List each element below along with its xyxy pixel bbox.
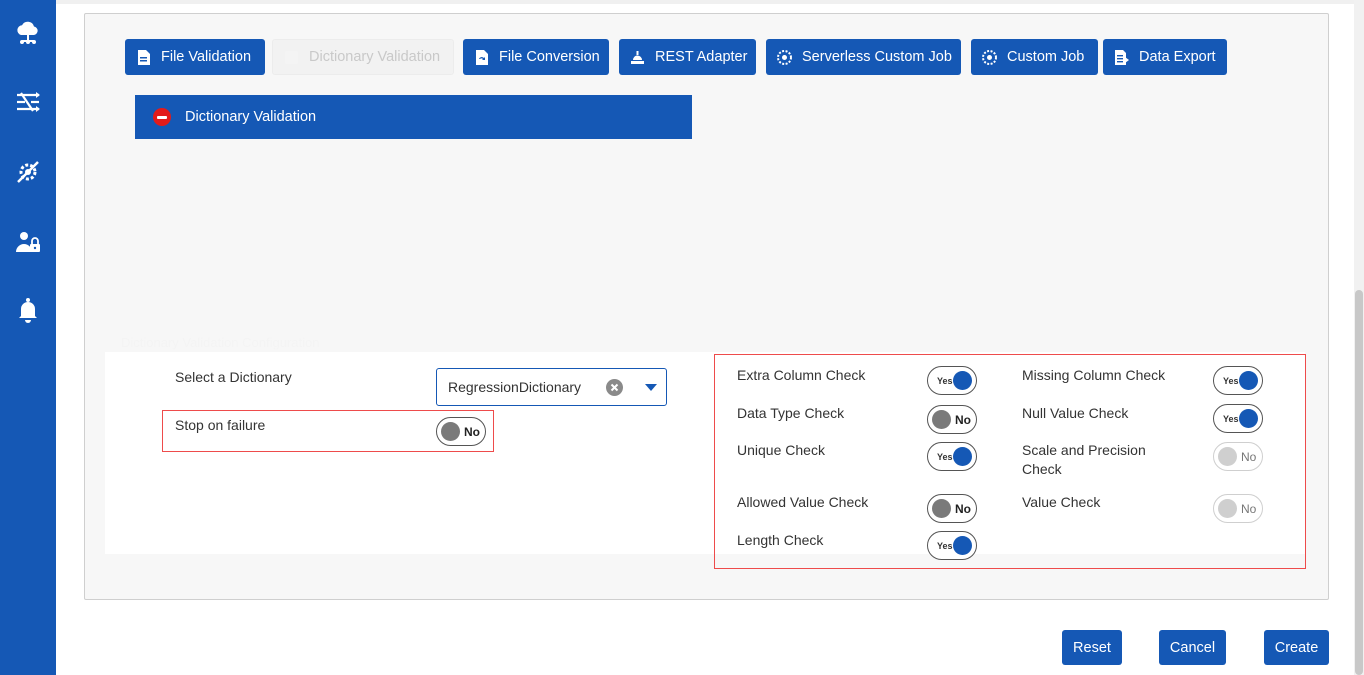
settings-tools-icon[interactable]	[14, 158, 42, 186]
length-check-toggle[interactable]: Yes	[927, 531, 977, 560]
scale-precision-check-value: No	[1241, 450, 1257, 464]
file-conversion-label: File Conversion	[499, 49, 600, 65]
file-validation-button[interactable]: File Validation	[125, 39, 265, 75]
null-value-check-toggle[interactable]: Yes	[1213, 404, 1263, 433]
clear-icon[interactable]	[606, 379, 623, 396]
dictionary-select-value: RegressionDictionary	[448, 379, 582, 395]
value-check-value: No	[1241, 502, 1257, 516]
dictionary-validation-button[interactable]: Dictionary Validation	[272, 39, 454, 75]
value-check-toggle[interactable]: No	[1213, 494, 1263, 523]
serverless-custom-job-label: Serverless Custom Job	[802, 49, 952, 65]
selected-job-label: Dictionary Validation	[185, 109, 317, 125]
length-check-label: Length Check	[737, 532, 824, 548]
unique-check-label: Unique Check	[737, 442, 825, 458]
allowed-value-check-toggle[interactable]: No	[927, 494, 977, 523]
select-dictionary-label: Select a Dictionary	[175, 369, 292, 385]
serverless-custom-job-button[interactable]: Serverless Custom Job	[766, 39, 961, 75]
extra-column-check-value: Yes	[937, 376, 953, 386]
rest-adapter-button[interactable]: REST Adapter	[619, 39, 756, 75]
toggle-knob	[1239, 409, 1258, 428]
shuffle-flow-icon[interactable]	[14, 88, 42, 116]
reset-button[interactable]: Reset	[1062, 630, 1122, 665]
bell-icon[interactable]	[14, 296, 42, 324]
sidebar	[0, 0, 56, 675]
file-validation-icon	[138, 49, 150, 65]
toggle-knob	[1218, 499, 1237, 518]
data-export-icon	[1115, 49, 1129, 65]
user-lock-icon[interactable]	[14, 228, 42, 256]
dictionary-select[interactable]: RegressionDictionary	[436, 368, 667, 406]
section-title: Dictionary Validation Configuration	[121, 335, 320, 350]
toggle-knob	[953, 536, 972, 555]
toggle-knob	[932, 410, 951, 429]
cloud-network-icon[interactable]	[14, 19, 42, 47]
stop-on-failure-label: Stop on failure	[175, 417, 266, 433]
dictionary-icon	[285, 50, 298, 64]
custom-job-gear-icon	[982, 49, 997, 65]
null-value-check-value: Yes	[1223, 414, 1239, 424]
null-value-check-label: Null Value Check	[1022, 405, 1129, 421]
toggle-knob	[1218, 447, 1237, 466]
serverless-gear-icon	[777, 49, 792, 65]
chevron-down-icon[interactable]	[645, 384, 657, 391]
toggle-knob	[1239, 371, 1258, 390]
custom-job-label: Custom Job	[1007, 49, 1085, 65]
cancel-button[interactable]: Cancel	[1159, 630, 1226, 665]
extra-column-check-label: Extra Column Check	[737, 367, 866, 383]
stop-on-failure-value: No	[464, 425, 480, 439]
scale-precision-check-label: Scale and Precision Check	[1022, 442, 1146, 477]
data-export-label: Data Export	[1139, 49, 1216, 65]
unique-check-value: Yes	[937, 452, 953, 462]
extra-column-check-toggle[interactable]: Yes	[927, 366, 977, 395]
missing-column-check-value: Yes	[1223, 376, 1239, 386]
vertical-scrollbar[interactable]	[1354, 0, 1364, 675]
top-divider	[56, 0, 1354, 4]
remove-job-icon[interactable]	[153, 108, 171, 126]
data-type-check-label: Data Type Check	[737, 405, 845, 421]
file-validation-label: File Validation	[161, 49, 252, 65]
toggle-knob	[953, 371, 972, 390]
allowed-value-check-label: Allowed Value Check	[737, 494, 869, 510]
selected-job-banner[interactable]: Dictionary Validation	[135, 95, 692, 139]
file-conversion-icon	[476, 49, 488, 65]
missing-column-check-label: Missing Column Check	[1022, 367, 1166, 383]
data-export-button[interactable]: Data Export	[1103, 39, 1227, 75]
toggle-knob	[953, 447, 972, 466]
stop-on-failure-toggle[interactable]: No	[436, 417, 486, 446]
length-check-value: Yes	[937, 541, 953, 551]
value-check-label: Value Check	[1022, 494, 1101, 510]
missing-column-check-toggle[interactable]: Yes	[1213, 366, 1263, 395]
toggle-knob	[441, 422, 460, 441]
toggle-knob	[932, 499, 951, 518]
dictionary-validation-tab-label: Dictionary Validation	[309, 49, 441, 65]
allowed-value-check-value: No	[955, 502, 971, 516]
scale-precision-check-toggle[interactable]: No	[1213, 442, 1263, 471]
rest-adapter-icon	[631, 50, 644, 64]
data-type-check-toggle[interactable]: No	[927, 405, 977, 434]
rest-adapter-label: REST Adapter	[655, 49, 748, 65]
custom-job-button[interactable]: Custom Job	[971, 39, 1098, 75]
unique-check-toggle[interactable]: Yes	[927, 442, 977, 471]
file-conversion-button[interactable]: File Conversion	[463, 39, 609, 75]
data-type-check-value: No	[955, 413, 971, 427]
create-button[interactable]: Create	[1264, 630, 1329, 665]
scrollbar-thumb[interactable]	[1355, 290, 1363, 675]
